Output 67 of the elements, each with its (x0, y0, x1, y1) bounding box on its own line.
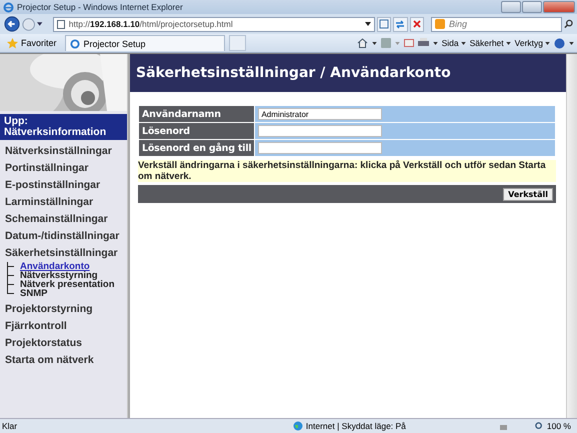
search-provider-icon (435, 19, 446, 29)
input-field[interactable] (258, 142, 382, 154)
field-label: Lösenord (138, 122, 255, 140)
sidebar-item[interactable]: Portinställningar (5, 162, 88, 174)
refresh-button[interactable] (393, 16, 408, 32)
sidebar-item[interactable]: E-postinställningar (5, 179, 100, 191)
star-icon (7, 38, 18, 48)
vertical-scrollbar[interactable] (127, 54, 128, 418)
sidebar-item[interactable]: Schemainställningar (5, 213, 108, 225)
field-label: Användarnamn (138, 106, 255, 122)
close-icon (412, 19, 422, 29)
status-text: Klar (2, 421, 18, 431)
zoom-button[interactable]: 100 % (534, 421, 571, 431)
search-field[interactable]: Bing (431, 16, 562, 32)
menu-button[interactable]: Sida (442, 38, 466, 48)
caret-icon (460, 42, 466, 44)
apply-button[interactable]: Verkställ (503, 188, 553, 200)
sidebar-item[interactable]: Projektorstyrning (5, 303, 93, 315)
page-icon (378, 19, 389, 29)
sidebar-subitem[interactable]: Nätverk presentation (20, 280, 115, 289)
maximize-button[interactable] (522, 1, 542, 13)
menu-button[interactable]: Verktyg (514, 38, 550, 48)
sidebar-item[interactable]: Starta om nätverk (5, 354, 94, 366)
sidebar-item[interactable]: Säkerhetsinställningar (5, 247, 118, 259)
input-field[interactable]: Administrator (258, 108, 382, 120)
menu-button[interactable]: Säkerhet (470, 38, 511, 48)
caret-icon (506, 42, 511, 44)
caret-icon[interactable] (364, 22, 371, 26)
back-button[interactable] (4, 15, 20, 33)
caret-icon (545, 42, 550, 44)
caret-icon[interactable] (37, 22, 43, 26)
field-label: Lösenord en gång till (138, 140, 255, 156)
stop-button[interactable] (410, 16, 424, 32)
caret-icon[interactable] (372, 42, 377, 44)
mail-icon[interactable] (404, 39, 414, 47)
search-icon[interactable] (564, 19, 573, 29)
up-link[interactable]: Upp: Nätverksinformation (0, 114, 127, 140)
address-field[interactable]: http://192.168.1.10/html/projectorsetup.html (52, 16, 375, 32)
vertical-scrollbar[interactable] (566, 54, 577, 418)
page-heading: Säkerhetsinställningar / Användarkonto (136, 65, 451, 81)
sidebar-item[interactable]: Projektorstatus (5, 337, 82, 349)
browser-logo-icon (70, 38, 80, 48)
sidebar-item[interactable]: Nätverksinställningar (5, 145, 112, 157)
caret-icon[interactable] (569, 42, 574, 44)
browser-tab[interactable]: Projector Setup (64, 35, 225, 51)
caret-icon[interactable] (432, 42, 438, 44)
sidebar-subitem[interactable]: Användarkonto (20, 262, 90, 271)
sidebar-item[interactable]: Fjärrkontroll (5, 320, 67, 332)
favorites-button[interactable]: Favoriter (3, 38, 61, 48)
home-icon[interactable] (356, 38, 368, 48)
sidebar-item[interactable]: Datum-/tidinställningar (5, 230, 120, 242)
window-title: Projector Setup - Windows Internet Explorer (17, 2, 183, 12)
compatibility-button[interactable] (376, 16, 392, 32)
sidebar-item[interactable]: Larminställningar (5, 196, 94, 208)
printer-icon[interactable] (418, 38, 429, 48)
notice-text: Verkställ ändringarna i säkerhetsinställningarna: klicka på Verkställ och utför sedan Starta om nätverk. (138, 160, 556, 182)
minimize-button[interactable] (501, 1, 521, 13)
close-button[interactable] (543, 1, 575, 13)
security-zone: Internet | Skyddat läge: På (292, 421, 493, 431)
refresh-icon (395, 19, 406, 29)
zoom-icon (534, 422, 544, 430)
page-icon (56, 20, 65, 28)
browser-logo-icon (3, 2, 14, 12)
globe-icon (292, 421, 303, 431)
input-field[interactable] (258, 125, 382, 137)
sidebar-subitem[interactable]: SNMP (20, 289, 48, 298)
sidebar-subitem[interactable]: Nätverksstyrning (20, 271, 98, 280)
